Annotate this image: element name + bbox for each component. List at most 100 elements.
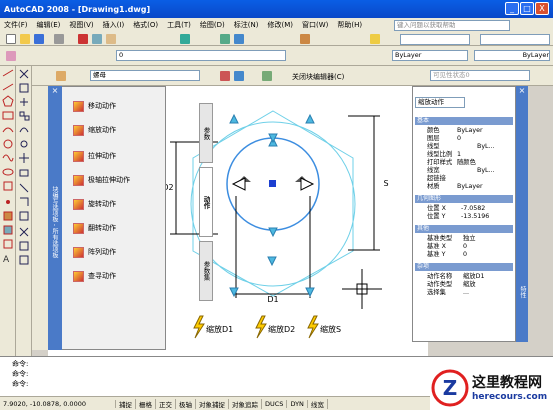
close-button[interactable]: X: [535, 2, 549, 15]
minimize-button[interactable]: _: [505, 2, 519, 15]
layer-select[interactable]: 0: [116, 50, 286, 61]
standard-toolbar: [0, 32, 553, 46]
palette-item-label: 拉伸动作: [88, 152, 116, 160]
palette-item-array[interactable]: 阵列动作: [73, 245, 116, 259]
watermark-logo: Z 这里教程网 herecours.com: [430, 366, 553, 410]
snap-toggle[interactable]: 捕捉: [116, 398, 136, 409]
modify-toolbar: [16, 66, 32, 356]
color-select[interactable]: ByLayer: [392, 50, 468, 61]
menu-insert[interactable]: 插入(I): [103, 20, 125, 30]
lineweight-toggle[interactable]: 线宽: [308, 398, 328, 409]
grid-toggle[interactable]: 栅格: [136, 398, 156, 409]
palette-item-label: 极轴拉伸动作: [88, 176, 130, 184]
logo-icon: Z: [431, 369, 469, 407]
menu-format[interactable]: 格式(O): [133, 20, 158, 30]
menu-help[interactable]: 帮助(H): [337, 20, 362, 30]
block-authoring-palette: 移动动作 缩放动作 拉伸动作 极轴拉伸动作 旋转动作 翻转动作 阵列动作 查寻动…: [48, 86, 213, 350]
dim-right-label: S: [383, 179, 388, 188]
pan-icon[interactable]: [220, 34, 230, 44]
modify-tools-icons[interactable]: [16, 66, 32, 356]
dim-bottom-label: D1: [267, 295, 278, 304]
text-style-icon[interactable]: [370, 34, 380, 44]
print-icon[interactable]: [54, 34, 64, 44]
ducs-toggle[interactable]: DUCS: [262, 399, 288, 408]
save-icon[interactable]: [34, 34, 44, 44]
zoom-icon[interactable]: [234, 34, 244, 44]
palette-item-rotate[interactable]: 旋转动作: [73, 197, 116, 211]
palette-close-icon[interactable]: ×: [48, 86, 62, 95]
copy-icon[interactable]: [92, 34, 102, 44]
tab-actions[interactable]: 动作: [199, 167, 213, 237]
action-icon[interactable]: [234, 71, 244, 81]
osnap-toggle[interactable]: 对象捕捉: [196, 398, 229, 409]
menu-tools[interactable]: 工具(T): [167, 20, 191, 30]
help-search-input[interactable]: 键入问题以获取帮助: [394, 20, 510, 31]
prop-linetype-scale: 线型比例 1: [427, 151, 462, 158]
props-close-icon[interactable]: ×: [516, 86, 528, 95]
layer-manager-icon[interactable]: [6, 51, 16, 61]
prop-position-y: 位置 Y -13.5196: [427, 213, 490, 220]
dim-style-select[interactable]: [480, 34, 550, 45]
menu-modify[interactable]: 修改(M): [267, 20, 293, 30]
tab-parameters[interactable]: 参数: [199, 103, 213, 163]
properties-icon[interactable]: [300, 34, 310, 44]
properties-title-strip[interactable]: × 特性: [516, 86, 528, 342]
linetype-select[interactable]: ByLayer: [474, 50, 550, 61]
prop-action-name: 动作名称 缩放D1: [427, 273, 485, 280]
undo-icon[interactable]: [180, 34, 190, 44]
palette-item-polar-stretch[interactable]: 极轴拉伸动作: [73, 173, 130, 187]
menu-draw[interactable]: 绘图(D): [200, 20, 225, 30]
palette-item-flip[interactable]: 翻转动作: [73, 221, 116, 235]
new-icon[interactable]: [6, 34, 16, 44]
menu-edit[interactable]: 编辑(E): [37, 20, 61, 30]
palette-item-lookup[interactable]: 查寻动作: [73, 269, 116, 283]
title-bar: AutoCAD 2008 - [Drawing1.dwg]: [0, 0, 553, 18]
otrack-toggle[interactable]: 对象追踪: [229, 398, 262, 409]
menu-window[interactable]: 窗口(W): [302, 20, 328, 30]
palette-item-scale[interactable]: 缩放动作: [73, 123, 116, 137]
section-basic[interactable]: 基本: [415, 117, 513, 125]
props-object-select[interactable]: 缩放动作: [415, 97, 465, 108]
prop-hyperlink: 超链接: [427, 175, 446, 182]
cut-icon[interactable]: [78, 34, 88, 44]
menu-view[interactable]: 视图(V): [69, 20, 93, 30]
section-other[interactable]: 其他: [415, 225, 513, 233]
coordinate-display: 7.9020, -10.0878, 0.0000: [0, 399, 116, 408]
edit-block-icon[interactable]: [56, 71, 66, 81]
block-name-field[interactable]: 螺母: [90, 70, 200, 81]
properties-panel: 缩放动作 基本 颜色 ByLayer 图层 0 线型 ByL... 线型比例 1…: [412, 86, 516, 342]
block-close-icon[interactable]: [262, 71, 272, 81]
palette-item-stretch[interactable]: 拉伸动作: [73, 149, 116, 163]
array-action-icon: [73, 246, 84, 258]
section-geometry[interactable]: 几何图形: [415, 195, 513, 203]
palette-item-label: 查寻动作: [88, 272, 116, 280]
palette-item-label: 旋转动作: [88, 200, 116, 208]
action-label-2[interactable]: 缩放D2: [268, 324, 295, 334]
polar-toggle[interactable]: 极轴: [176, 398, 196, 409]
prop-lineweight: 线宽 ByL...: [427, 167, 495, 174]
menu-file[interactable]: 文件(F): [4, 20, 28, 30]
palette-item-move[interactable]: 移动动作: [73, 99, 116, 113]
paste-icon[interactable]: [106, 34, 116, 44]
draw-tools-icons[interactable]: A: [0, 66, 16, 356]
tab-parameter-sets[interactable]: 参数集: [199, 241, 213, 301]
base-point-grip: [269, 180, 276, 187]
visibility-select[interactable]: 可见性状态0: [430, 70, 530, 81]
menu-dimension[interactable]: 标注(N): [234, 20, 259, 30]
section-misc[interactable]: 杂项: [415, 263, 513, 271]
open-icon[interactable]: [20, 34, 30, 44]
ortho-toggle[interactable]: 正交: [156, 398, 176, 409]
svg-text:Z: Z: [443, 376, 458, 400]
dyn-toggle[interactable]: DYN: [287, 399, 308, 408]
close-block-editor-button[interactable]: 关闭块编辑器(C): [292, 72, 344, 82]
text-style-select[interactable]: [400, 34, 470, 45]
param-icon[interactable]: [220, 71, 230, 81]
action-label-1[interactable]: 缩放D1: [206, 324, 233, 334]
layers-toolbar: 0 ByLayer ByLayer: [0, 46, 553, 66]
palette-title-strip[interactable]: × 块编写选项板 - 所有选项板: [48, 86, 62, 350]
flip-action-icon: [73, 222, 84, 234]
maximize-button[interactable]: □: [520, 2, 534, 15]
prop-action-type: 动作类型 缩放: [427, 281, 476, 288]
action-label-3[interactable]: 缩放S: [320, 324, 341, 334]
svg-text:A: A: [3, 255, 10, 265]
